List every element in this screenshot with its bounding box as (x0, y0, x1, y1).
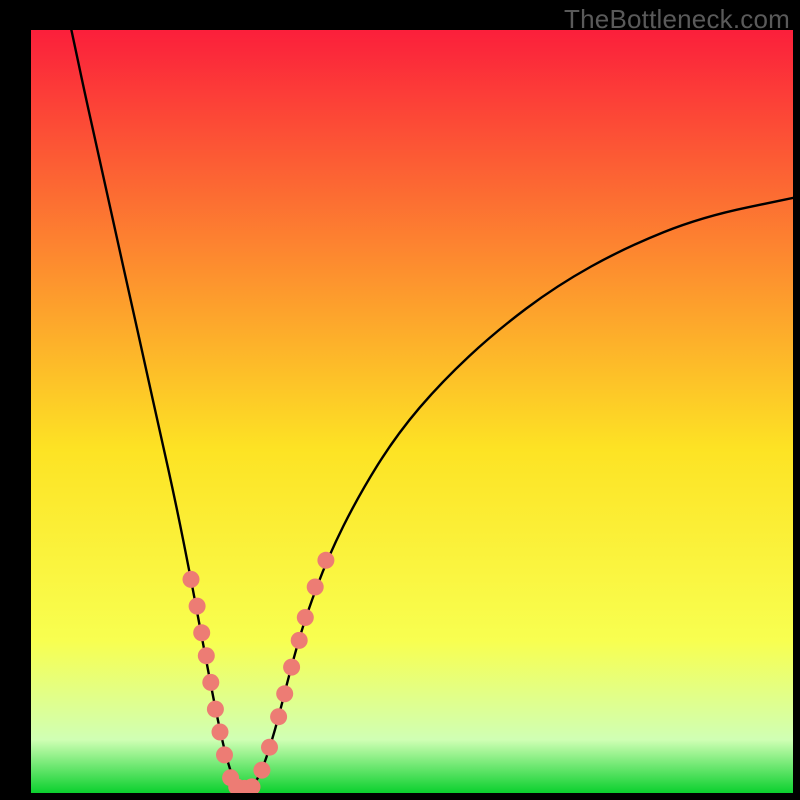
highlight-dot (207, 701, 224, 718)
highlight-dot (297, 609, 314, 626)
highlight-dot (189, 598, 206, 615)
highlight-dot (261, 739, 278, 756)
highlight-dot (216, 746, 233, 763)
highlight-dot (253, 762, 270, 779)
highlight-dot (244, 778, 261, 795)
watermark-text: TheBottleneck.com (564, 4, 790, 35)
chart-frame: TheBottleneck.com (0, 0, 800, 800)
highlight-dot (193, 624, 210, 641)
highlight-dot (276, 685, 293, 702)
highlight-dot (317, 552, 334, 569)
highlight-dot (212, 724, 229, 741)
highlight-dot (307, 579, 324, 596)
highlight-dot (202, 674, 219, 691)
highlight-dot (270, 708, 287, 725)
gradient-background (31, 30, 793, 793)
highlight-dot (198, 647, 215, 664)
bottleneck-chart (0, 0, 800, 800)
highlight-dot (291, 632, 308, 649)
highlight-dot (283, 659, 300, 676)
highlight-dot (183, 571, 200, 588)
